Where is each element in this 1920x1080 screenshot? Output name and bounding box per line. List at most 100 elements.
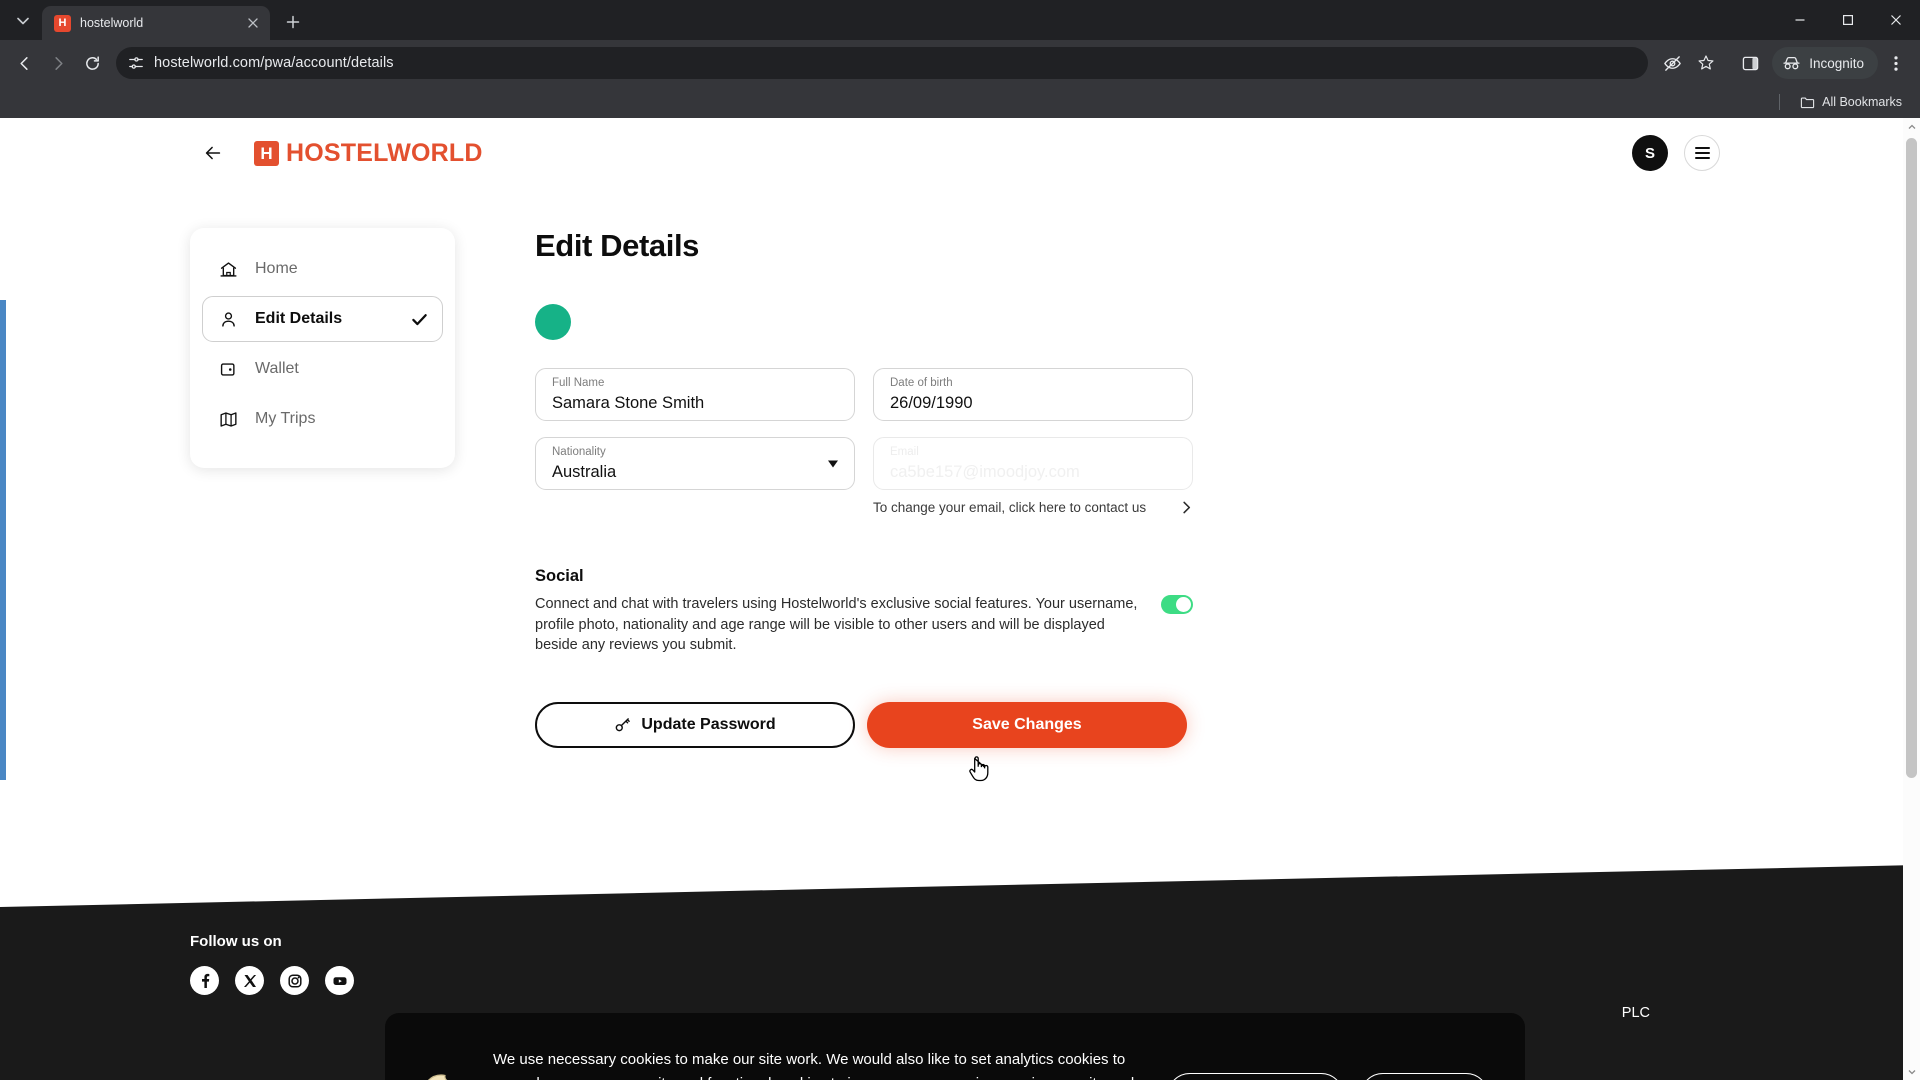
bookmarks-bar: All Bookmarks xyxy=(0,86,1920,118)
email-change-link[interactable]: To change your email, click here to cont… xyxy=(873,500,1193,515)
nationality-value: Australia xyxy=(552,463,617,481)
back-icon[interactable] xyxy=(8,47,40,79)
incognito-label: Incognito xyxy=(1809,55,1864,71)
reload-icon[interactable] xyxy=(76,47,108,79)
chevron-down-icon xyxy=(828,460,838,467)
bookmarks-divider xyxy=(1779,94,1781,110)
check-icon xyxy=(411,311,428,328)
edit-preferences-button[interactable]: Edit Preferences xyxy=(1167,1072,1344,1080)
address-bar[interactable]: hostelworld.com/pwa/account/details xyxy=(116,47,1649,79)
hostelworld-logo[interactable]: H HOSTELWORLD xyxy=(254,139,483,168)
incognito-indicator[interactable]: Incognito xyxy=(1772,47,1878,79)
nationality-select[interactable]: Nationality Australia xyxy=(535,437,855,490)
mouse-cursor xyxy=(966,755,992,790)
page-scrollbar[interactable] xyxy=(1903,118,1920,1080)
accept-all-button[interactable]: Accept All xyxy=(1359,1072,1489,1080)
key-icon xyxy=(614,716,631,733)
tab-strip: H hostelworld xyxy=(0,0,1920,40)
full-name-value: Samara Stone Smith xyxy=(552,394,705,412)
date-of-birth-field[interactable]: Date of birth 26/09/1990 xyxy=(873,368,1193,421)
update-password-button[interactable]: Update Password xyxy=(535,701,855,748)
sidebar-item-home[interactable]: Home xyxy=(202,246,443,292)
all-bookmarks-button[interactable]: All Bookmarks xyxy=(1794,95,1908,110)
all-bookmarks-label: All Bookmarks xyxy=(1822,95,1902,109)
person-icon xyxy=(217,308,239,330)
bookmark-star-icon[interactable] xyxy=(1690,47,1722,79)
window-controls xyxy=(1776,0,1920,40)
tracking-protection-icon[interactable] xyxy=(1656,47,1688,79)
tab-title: hostelworld xyxy=(80,16,144,30)
social-toggle[interactable] xyxy=(1161,595,1193,614)
sidebar-card: Home Edit Details Wallet My Trips xyxy=(190,228,455,468)
browser-window: H hostelworld hostelworld.com/pwa/accoun… xyxy=(0,0,1920,1080)
close-icon[interactable] xyxy=(244,14,262,32)
full-name-label: Full Name xyxy=(552,377,605,389)
follow-us-heading: Follow us on xyxy=(190,933,282,950)
page-viewport: H HOSTELWORLD S Home Edit Details Wallet… xyxy=(0,118,1920,1080)
new-tab-button[interactable] xyxy=(278,7,308,37)
date-of-birth-value: 26/09/1990 xyxy=(890,394,973,412)
details-form: Full Name Samara Stone Smith Date of bir… xyxy=(535,368,1193,515)
instagram-icon[interactable] xyxy=(280,966,309,995)
cookie-text: We use necessary cookies to make our sit… xyxy=(493,1050,1134,1080)
map-icon xyxy=(217,408,239,430)
menu-icon[interactable] xyxy=(1684,135,1720,171)
sidebar-item-edit-details[interactable]: Edit Details xyxy=(202,296,443,342)
cookie-icon xyxy=(415,1070,467,1080)
logo-wordmark: HOSTELWORLD xyxy=(286,138,483,167)
site-settings-icon[interactable] xyxy=(128,55,144,71)
sidebar-item-wallet[interactable]: Wallet xyxy=(202,346,443,392)
logo-mark-icon: H xyxy=(254,140,279,166)
full-name-field[interactable]: Full Name Samara Stone Smith xyxy=(535,368,855,421)
toggle-knob xyxy=(1176,597,1191,612)
scrollbar-thumb[interactable] xyxy=(1906,138,1917,778)
chevron-right-icon xyxy=(1180,501,1193,514)
account-content: Home Edit Details Wallet My Trips Edit D… xyxy=(0,188,1920,748)
tab-search-icon[interactable] xyxy=(8,6,38,36)
date-of-birth-label: Date of birth xyxy=(890,377,953,389)
update-password-label: Update Password xyxy=(641,715,776,733)
facebook-icon[interactable] xyxy=(190,966,219,995)
social-links xyxy=(190,966,354,995)
browser-tab[interactable]: H hostelworld xyxy=(42,6,270,40)
maximize-button[interactable] xyxy=(1824,0,1872,40)
social-text: Social Connect and chat with travelers u… xyxy=(535,567,1141,656)
browser-toolbar: hostelworld.com/pwa/account/details Inco… xyxy=(0,40,1920,86)
social-section: Social Connect and chat with travelers u… xyxy=(535,567,1193,656)
nationality-label: Nationality xyxy=(552,446,606,458)
footer-social-block: Follow us on xyxy=(190,933,354,995)
x-twitter-icon[interactable] xyxy=(235,966,264,995)
home-icon xyxy=(217,258,239,280)
sidebar: Home Edit Details Wallet My Trips xyxy=(190,228,520,748)
email-value: ca5be157@imoodjoy.com xyxy=(890,463,1080,481)
site-header: H HOSTELWORLD S xyxy=(0,118,1920,188)
minimize-button[interactable] xyxy=(1776,0,1824,40)
folder-icon xyxy=(1800,95,1815,110)
forward-icon[interactable] xyxy=(42,47,74,79)
wallet-icon xyxy=(217,358,239,380)
cookie-actions: Edit Preferences Accept All xyxy=(1167,1072,1489,1080)
close-window-button[interactable] xyxy=(1872,0,1920,40)
scroll-down-arrow-icon[interactable] xyxy=(1903,1063,1920,1080)
chrome-menu-icon[interactable] xyxy=(1880,47,1912,79)
avatar[interactable]: S xyxy=(1632,135,1668,171)
main-panel: Edit Details Full Name Samara Stone Smit… xyxy=(520,228,1920,748)
sidebar-item-label: My Trips xyxy=(255,410,316,427)
sidebar-item-label: Wallet xyxy=(255,360,299,377)
form-actions: Update Password Save Changes xyxy=(535,701,1193,748)
save-changes-label: Save Changes xyxy=(972,715,1082,733)
page-focus-accent-bar xyxy=(0,300,6,780)
profile-photo-avatar[interactable] xyxy=(535,304,571,340)
email-label: Email xyxy=(890,446,919,458)
save-changes-button[interactable]: Save Changes xyxy=(867,701,1187,748)
social-description: Connect and chat with travelers using Ho… xyxy=(535,596,1138,653)
youtube-icon[interactable] xyxy=(325,966,354,995)
page-title: Edit Details xyxy=(535,228,700,263)
side-panel-icon[interactable] xyxy=(1734,47,1766,79)
sidebar-item-my-trips[interactable]: My Trips xyxy=(202,396,443,442)
email-field: Email ca5be157@imoodjoy.com xyxy=(873,437,1193,490)
url-text: hostelworld.com/pwa/account/details xyxy=(154,55,394,71)
page-back-icon[interactable] xyxy=(200,140,226,166)
email-change-text: To change your email, click here to cont… xyxy=(873,500,1147,515)
scroll-up-arrow-icon[interactable] xyxy=(1903,118,1920,135)
